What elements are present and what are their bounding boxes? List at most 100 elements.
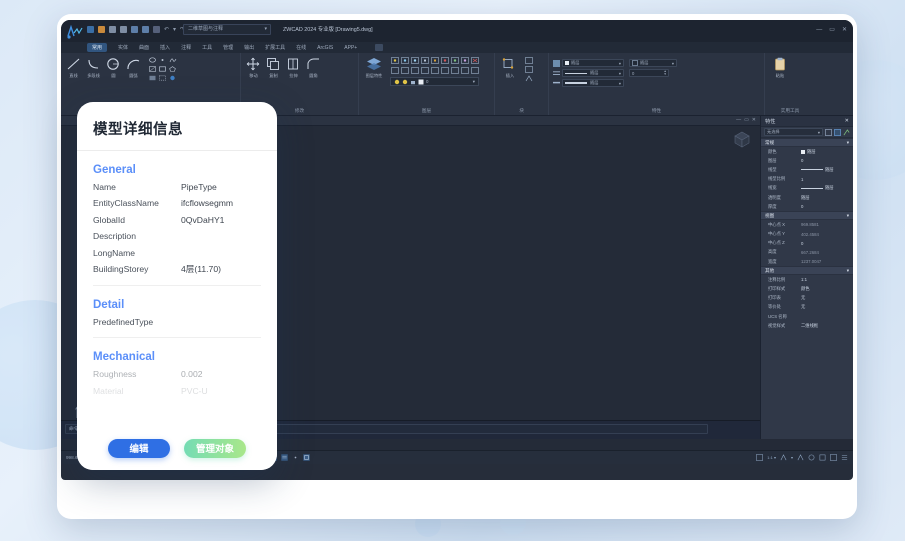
ellipse-icon[interactable] bbox=[148, 56, 157, 64]
open-file-icon[interactable] bbox=[98, 26, 105, 33]
palette-row[interactable]: 打印样式 颜色 bbox=[761, 284, 853, 293]
layer-delete-icon[interactable] bbox=[470, 56, 479, 65]
properties-color-row[interactable]: 随层 ▾ bbox=[553, 59, 624, 67]
palette-row-value[interactable]: 随层 bbox=[801, 185, 853, 191]
ribbon-tab-manage[interactable]: 管理 bbox=[223, 44, 233, 51]
print-preview-icon[interactable] bbox=[142, 26, 149, 33]
palette-row-value[interactable]: 1:1 bbox=[801, 277, 853, 282]
layer-off-icon[interactable] bbox=[390, 56, 399, 65]
quick-properties-toggle-icon[interactable] bbox=[281, 454, 289, 461]
object-lineweight-combo[interactable]: 随层 ▾ bbox=[562, 79, 624, 87]
undo-icon[interactable]: ↶ bbox=[164, 27, 169, 33]
boundary-icon[interactable] bbox=[158, 74, 167, 82]
palette-section-general[interactable]: 常规 ▾ bbox=[761, 138, 853, 147]
minimize-button[interactable]: — bbox=[816, 27, 822, 33]
palette-row[interactable]: 图层 0 bbox=[761, 156, 853, 165]
spinner-arrows-icon[interactable]: ▴ ▾ bbox=[664, 69, 666, 76]
palette-row-value[interactable]: 0 bbox=[801, 204, 853, 209]
ribbon-tab-express[interactable]: 扩展工具 bbox=[265, 44, 285, 51]
palette-row[interactable]: 等价处 无 bbox=[761, 303, 853, 312]
layer-lock-icon[interactable] bbox=[420, 56, 429, 65]
ribbon-tab-annotate[interactable]: 注释 bbox=[181, 44, 191, 51]
edit-button[interactable]: 编辑 bbox=[108, 438, 170, 458]
select-objects-icon[interactable] bbox=[834, 128, 841, 136]
layer-state-icon[interactable] bbox=[390, 66, 399, 75]
transparency-spinner[interactable]: 0 ▴ ▾ bbox=[629, 69, 669, 77]
block-create-icon[interactable] bbox=[524, 56, 533, 64]
palette-row-value[interactable]: 无 bbox=[801, 295, 853, 301]
viewport-minimize-controls[interactable]: — ▭ ✕ bbox=[736, 117, 756, 123]
draw-polyline-button[interactable]: 多段线 bbox=[85, 56, 102, 79]
block-attribute-icon[interactable] bbox=[524, 74, 533, 82]
block-edit-icon[interactable] bbox=[524, 65, 533, 73]
palette-row[interactable]: 颜色 随层 bbox=[761, 147, 853, 156]
palette-row[interactable]: 线型 随层 bbox=[761, 165, 853, 174]
hatch-icon[interactable] bbox=[148, 65, 157, 73]
wipeout-icon[interactable] bbox=[168, 74, 177, 82]
layer-unlock-icon[interactable] bbox=[430, 56, 439, 65]
annotation-visibility-dropdown-icon[interactable]: ▾ bbox=[791, 455, 793, 460]
selection-cycling-toggle-icon[interactable] bbox=[292, 454, 299, 461]
palette-row[interactable]: 厚度 0 bbox=[761, 202, 853, 211]
undo-dropdown-icon[interactable]: ▾ bbox=[173, 27, 176, 33]
palette-row-value[interactable]: 颜色 bbox=[801, 286, 853, 292]
ribbon-tab-online[interactable]: 在线 bbox=[296, 44, 306, 51]
layer-properties-button[interactable]: 图层特性 bbox=[363, 56, 385, 79]
layer-translate-icon[interactable] bbox=[460, 66, 469, 75]
save-as-icon[interactable] bbox=[120, 26, 127, 33]
layer-merge-icon[interactable] bbox=[460, 56, 469, 65]
ribbon-tab-home[interactable]: 常用 bbox=[87, 43, 108, 52]
annotation-scale-value[interactable]: 1:1 ▾ bbox=[767, 455, 776, 460]
status-bar-right-tools[interactable]: 1:1 ▾ ▾ bbox=[756, 454, 848, 461]
palette-row-value[interactable]: 随层 bbox=[801, 149, 853, 155]
autoscale-icon[interactable] bbox=[797, 454, 804, 461]
palette-section-misc[interactable]: 其他 ▾ bbox=[761, 266, 853, 276]
palette-row-value[interactable]: 0 bbox=[801, 241, 853, 246]
object-linetype-combo[interactable]: 随层 ▾ bbox=[562, 69, 624, 77]
layer-copy-icon[interactable] bbox=[430, 66, 439, 75]
paste-button[interactable]: 粘贴 bbox=[769, 56, 791, 79]
palette-row[interactable]: 注释比例 1:1 bbox=[761, 275, 853, 284]
palette-row-value[interactable]: 667.2684 bbox=[801, 250, 853, 255]
ribbon-collapse-icon[interactable] bbox=[375, 44, 384, 51]
quick-select-icon[interactable] bbox=[825, 128, 832, 136]
draw-circle-button[interactable]: 圆 bbox=[105, 56, 122, 79]
palette-row[interactable]: 线宽 随层 bbox=[761, 184, 853, 193]
block-insert-button[interactable]: 插入 bbox=[499, 56, 521, 79]
layer-freeze-icon[interactable] bbox=[410, 56, 419, 65]
ribbon-tab-bar[interactable]: 常用 实体 曲面 插入 注释 工具 管理 输出 扩展工具 在线 ArcGIS A… bbox=[61, 42, 853, 53]
properties-palette[interactable]: 特性 ✕ 无选择 ▾ 常规 ▾ 颜色 随层 图层 0 线型 随层 线型比例 1 … bbox=[760, 116, 853, 439]
draw-line-button[interactable]: 直线 bbox=[65, 56, 82, 79]
model-space-toggle-icon[interactable] bbox=[303, 454, 311, 461]
viewport-close-icon[interactable]: ✕ bbox=[752, 117, 756, 123]
palette-row-value[interactable]: 969.8581 bbox=[801, 222, 853, 227]
ribbon-tab-tools[interactable]: 工具 bbox=[202, 44, 212, 51]
plot-icon[interactable] bbox=[131, 26, 138, 33]
palette-close-button[interactable]: ✕ bbox=[845, 118, 849, 124]
workspace-combo[interactable]: 二维草图与注释 ▾ bbox=[183, 24, 271, 35]
layer-current-combo[interactable]: 0 ▾ bbox=[390, 77, 479, 86]
palette-row-value[interactable]: 无 bbox=[801, 304, 853, 310]
new-file-icon[interactable] bbox=[87, 26, 94, 33]
object-color-combo[interactable]: 随层 ▾ bbox=[562, 59, 624, 67]
palette-row[interactable]: 中心点 Z 0 bbox=[761, 239, 853, 248]
draw-arc-button[interactable]: 圆弧 bbox=[125, 56, 142, 79]
save-icon[interactable] bbox=[109, 26, 116, 33]
viewport-maximize-icon[interactable]: ▭ bbox=[744, 117, 749, 123]
palette-row[interactable]: 打印表 无 bbox=[761, 294, 853, 303]
viewport-minimize-icon[interactable]: — bbox=[736, 117, 741, 123]
plot-style-combo[interactable]: 随层 ▾ bbox=[629, 59, 677, 67]
palette-row[interactable]: 中心点 X 969.8581 bbox=[761, 220, 853, 229]
palette-row[interactable]: UCS 名称 bbox=[761, 312, 853, 321]
palette-toolbar[interactable]: 无选择 ▾ bbox=[761, 127, 853, 138]
modify-stretch-button[interactable]: 拉伸 bbox=[285, 56, 302, 79]
palette-row-value[interactable]: 1237.0047 bbox=[801, 259, 853, 264]
close-button[interactable]: ✕ bbox=[842, 26, 847, 33]
pickadd-icon[interactable] bbox=[843, 128, 850, 136]
ribbon-tab-output[interactable]: 输出 bbox=[244, 44, 254, 51]
manage-object-button[interactable]: 管理对象 bbox=[184, 438, 246, 458]
ribbon-tab-insert[interactable]: 插入 bbox=[160, 44, 170, 51]
annotation-scale-icon[interactable] bbox=[756, 454, 764, 461]
spline-icon[interactable] bbox=[168, 56, 177, 64]
palette-section-view[interactable]: 视图 ▾ bbox=[761, 211, 853, 221]
